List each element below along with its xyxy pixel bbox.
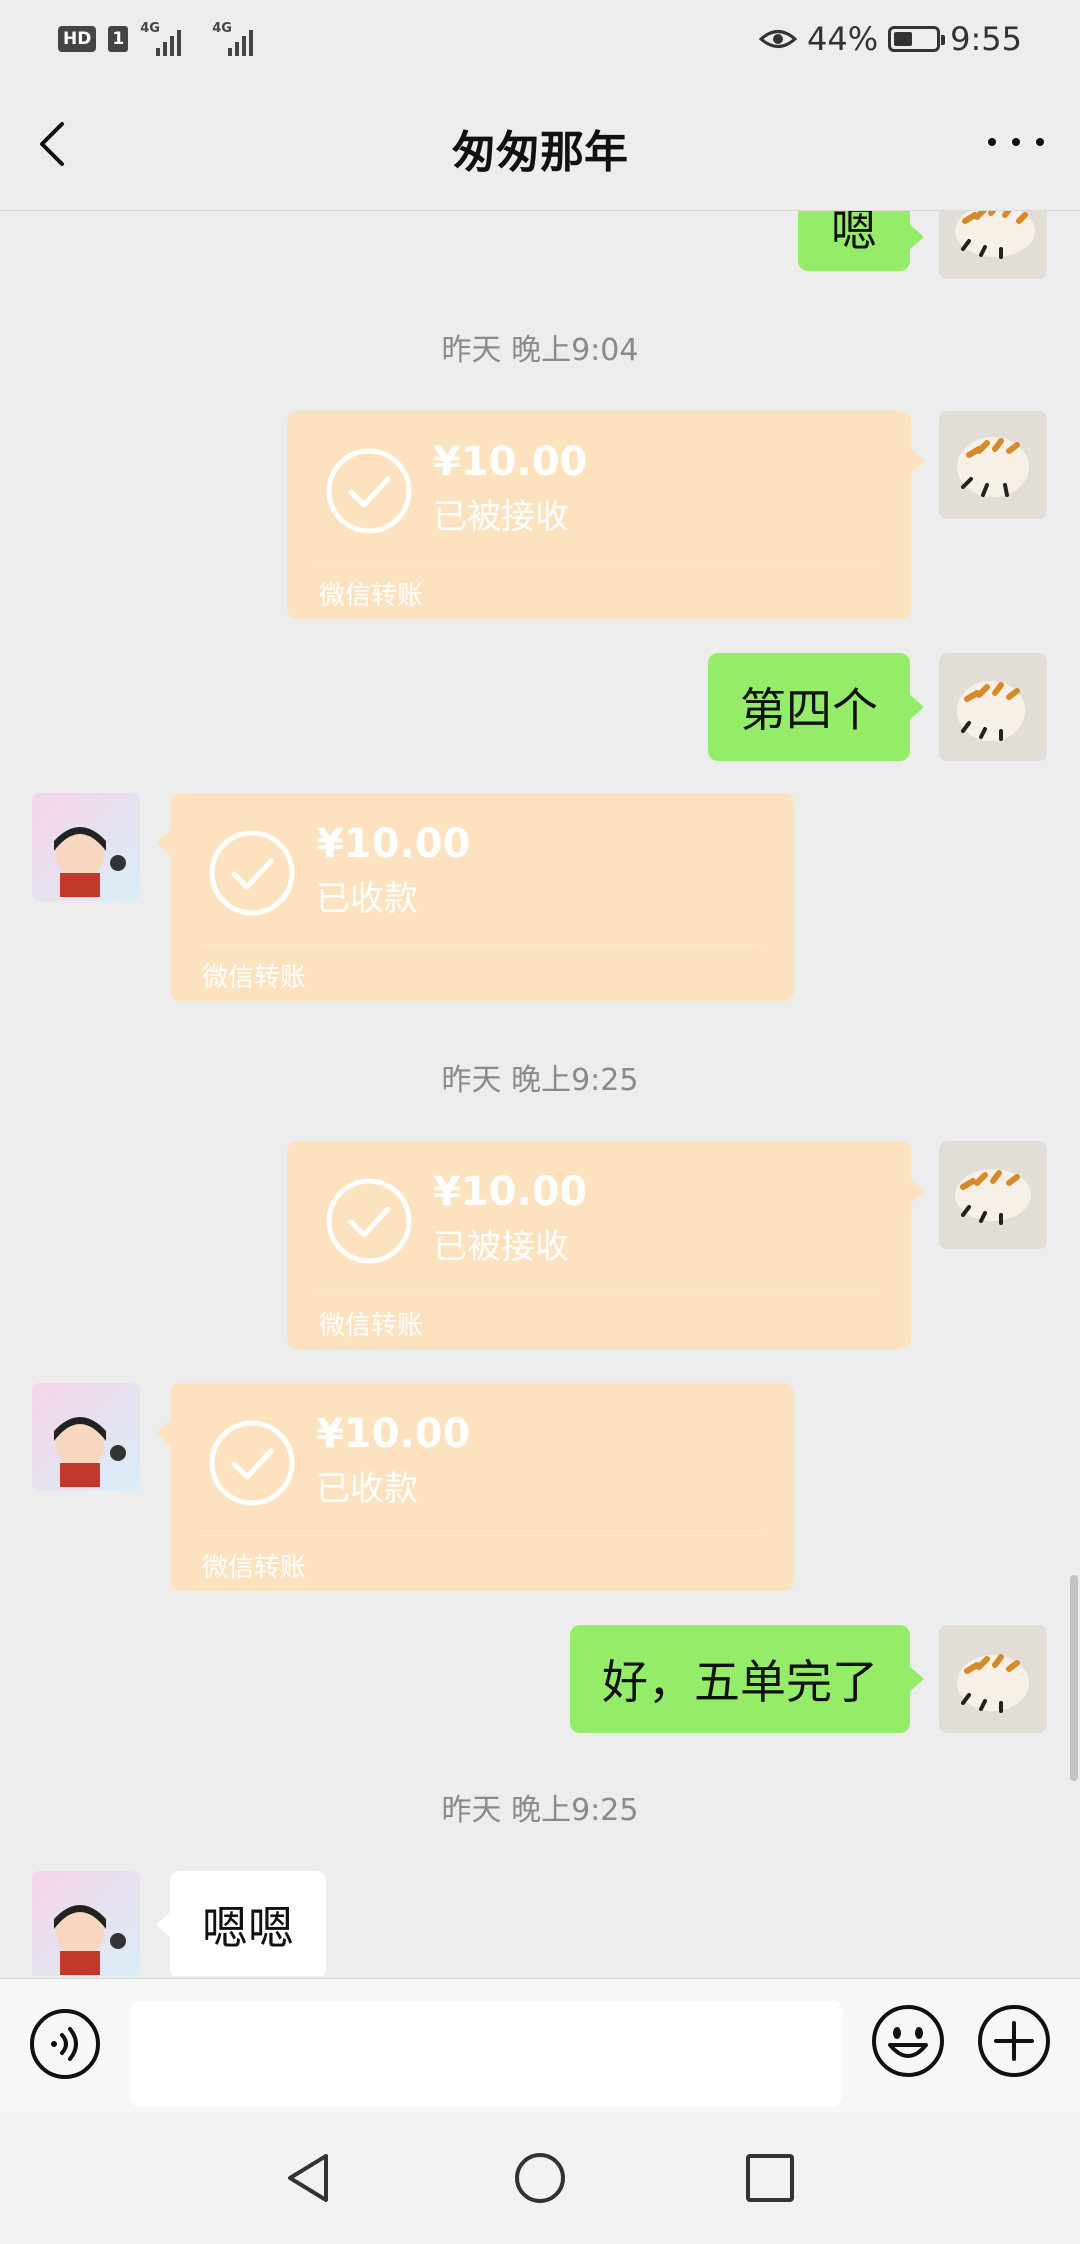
tiger-avatar-icon: [955, 1169, 1031, 1225]
sent-message[interactable]: 第四个: [708, 653, 924, 761]
clock: 9:55: [950, 20, 1022, 58]
nav-back-button[interactable]: [282, 2150, 338, 2206]
avatar[interactable]: [32, 793, 140, 901]
avatar[interactable]: [939, 211, 1047, 279]
input-bar: [0, 1978, 1080, 2113]
check-circle-icon: [326, 1178, 412, 1264]
plus-button[interactable]: [976, 2003, 1052, 2079]
divider: [317, 1293, 881, 1294]
check-circle-icon: [209, 830, 295, 916]
transfer-amount: ¥10.00: [316, 821, 471, 867]
transfer-footer: 微信转账: [202, 963, 307, 993]
check-circle-icon: [209, 1420, 295, 1506]
more-button[interactable]: [988, 122, 1044, 162]
tiger-avatar-icon: [957, 681, 1025, 741]
avatar[interactable]: [939, 1625, 1047, 1733]
message-text: 好，五单完了: [602, 1655, 878, 1709]
message-text: 第四个: [740, 683, 878, 737]
divider: [317, 563, 881, 564]
divider: [200, 1535, 764, 1536]
avatar[interactable]: [939, 653, 1047, 761]
chat-title: 匆匆那年: [452, 127, 628, 178]
timestamp: 昨天 晚上9:25: [441, 1793, 639, 1828]
avatar[interactable]: [939, 411, 1047, 519]
emoji-button[interactable]: [870, 2003, 946, 2079]
signal-icon: 4G: [140, 22, 200, 56]
transfer-status: 已收款: [316, 1469, 418, 1509]
voice-button[interactable]: [28, 2007, 102, 2081]
sim-badge: 1: [108, 26, 129, 52]
transfer-card[interactable]: ¥10.00 已收款 微信转账: [156, 793, 794, 1001]
transfer-footer: 微信转账: [319, 581, 424, 611]
transfer-status: 已被接收: [433, 497, 569, 537]
battery-icon: [888, 26, 946, 52]
transfer-card[interactable]: ¥10.00 已被接收 微信转账: [287, 411, 925, 619]
nav-home-button[interactable]: [512, 2150, 568, 2206]
girl-avatar-icon: [54, 1905, 126, 1975]
divider: [200, 945, 764, 946]
tiger-avatar-icon: [957, 437, 1029, 497]
sent-message[interactable]: 好，五单完了: [570, 1625, 924, 1733]
tiger-avatar-icon: [955, 211, 1035, 259]
transfer-amount: ¥10.00: [433, 439, 588, 485]
transfer-card[interactable]: ¥10.00 已收款 微信转账: [156, 1383, 794, 1591]
battery-percent: 44%: [807, 20, 879, 58]
tiger-avatar-icon: [957, 1654, 1029, 1713]
timestamp: 昨天 晚上9:04: [441, 333, 639, 368]
transfer-amount: ¥10.00: [433, 1169, 588, 1215]
girl-avatar-icon: [54, 1417, 126, 1487]
system-navigation-bar: [0, 2112, 1080, 2244]
message-list[interactable]: 嗯 昨天 晚上9:04 ¥10.00 已被接收 微信转账 第四个 ¥10.00 …: [0, 211, 1080, 1976]
avatar[interactable]: [32, 1871, 140, 1976]
avatar[interactable]: [939, 1141, 1047, 1249]
message-input[interactable]: [130, 2001, 842, 2107]
message-text: 嗯嗯: [202, 1901, 294, 1955]
status-left: HD 1 4G 4G: [58, 22, 272, 56]
status-bar: HD 1 4G 4G 44% 9:55: [0, 0, 1080, 80]
transfer-status: 已收款: [316, 879, 418, 919]
status-right: 44% 9:55: [759, 20, 1022, 58]
signal-icon: 4G: [212, 22, 272, 56]
chat-header: 匆匆那年: [0, 80, 1080, 211]
more-icon: [988, 138, 996, 146]
check-circle-icon: [326, 448, 412, 534]
girl-avatar-icon: [54, 827, 126, 897]
transfer-footer: 微信转账: [202, 1553, 307, 1583]
message-text: 嗯: [831, 211, 877, 257]
transfer-footer: 微信转账: [319, 1311, 424, 1341]
eye-icon: [759, 30, 798, 48]
transfer-status: 已被接收: [433, 1227, 569, 1267]
received-message[interactable]: 嗯嗯: [156, 1871, 326, 1976]
transfer-card[interactable]: ¥10.00 已被接收 微信转账: [287, 1141, 925, 1349]
timestamp: 昨天 晚上9:25: [441, 1063, 639, 1098]
scrollbar[interactable]: [1070, 1575, 1078, 1781]
hd-badge: HD: [58, 26, 97, 52]
sent-message[interactable]: 嗯: [798, 211, 924, 271]
nav-recents-button[interactable]: [742, 2150, 798, 2206]
transfer-amount: ¥10.00: [316, 1411, 471, 1457]
avatar[interactable]: [32, 1383, 140, 1491]
